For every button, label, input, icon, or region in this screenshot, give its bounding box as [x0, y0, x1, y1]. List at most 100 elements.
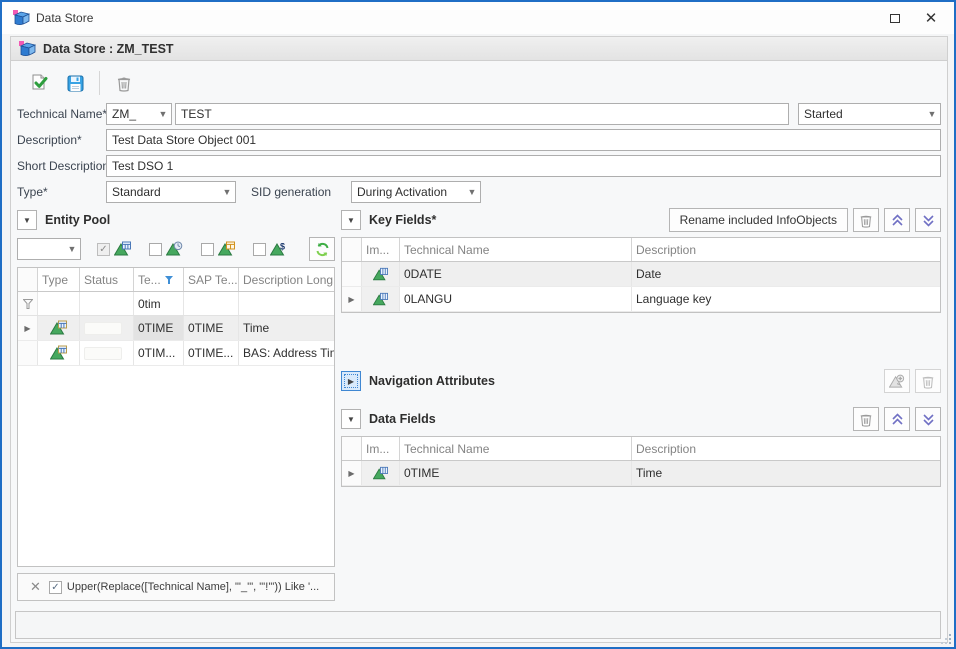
maximize-button[interactable]	[878, 2, 912, 34]
infoobject-char-icon	[373, 292, 388, 307]
header-indicator-cell	[342, 238, 362, 261]
type-combo[interactable]: Standard ▼	[106, 181, 236, 203]
filter-enabled-checkbox[interactable]: ✓	[49, 581, 62, 594]
table-row[interactable]: ▶ 0LANGU Language key	[342, 287, 940, 312]
chevron-right-icon: ▶	[348, 377, 354, 386]
data-store-icon	[19, 41, 36, 57]
column-header-import[interactable]: Im...	[362, 437, 400, 460]
move-data-field-down-button[interactable]	[915, 407, 941, 431]
table-row[interactable]: 0DATE Date	[342, 262, 940, 287]
column-header-type[interactable]: Type	[38, 268, 80, 291]
svg-text:$: $	[280, 242, 285, 252]
main-toolbar	[23, 67, 144, 99]
filter-cell-sap-technical-name[interactable]	[184, 292, 239, 315]
row-focus-cell	[18, 341, 38, 365]
table-row[interactable]: 0TIM... 0TIME... BAS: Address Time ...	[18, 341, 334, 366]
column-header-status[interactable]: Status	[80, 268, 134, 291]
filter-cell-technical-name[interactable]: 0tim	[134, 292, 184, 315]
close-button[interactable]: ✕	[914, 2, 948, 34]
collapse-entity-pool-button[interactable]: ▼	[17, 210, 37, 230]
expand-navigation-attributes-button[interactable]: ▶	[341, 371, 361, 391]
characteristics-checkbox[interactable]: ✓	[97, 243, 110, 256]
delete-navigation-attribute-button[interactable]	[915, 369, 941, 393]
column-header-sap-technical-name[interactable]: SAP Te...	[184, 268, 239, 291]
entity-pool-toolbar: ▼ ✓	[17, 235, 335, 263]
save-icon	[67, 75, 84, 92]
filter-expression-text[interactable]: Upper(Replace([Technical Name], "'_'", "…	[67, 581, 328, 593]
activate-button[interactable]	[23, 69, 55, 97]
add-navigation-attribute-button[interactable]	[884, 369, 910, 393]
data-store-icon	[13, 10, 30, 26]
delete-icon	[116, 75, 132, 92]
activate-icon	[30, 74, 49, 92]
key-fields-header: ▼ Key Fields* Rename included InfoObject…	[341, 207, 941, 233]
toolbar-separator	[99, 71, 100, 95]
column-header-technical-name[interactable]: Te...	[134, 268, 184, 291]
refresh-icon	[315, 242, 330, 257]
row-technical-name-cell: 0LANGU	[400, 287, 632, 311]
time-characteristics-checkbox[interactable]	[149, 243, 162, 256]
entity-pool-table: Type Status Te... SAP Te... Description …	[17, 267, 335, 567]
delete-data-field-button[interactable]	[853, 407, 879, 431]
table-row[interactable]: ▶ 0TIME 0TIME Time	[18, 316, 334, 341]
add-navigation-attribute-icon	[889, 374, 905, 389]
infoobject-char-icon	[114, 241, 131, 257]
move-data-field-up-button[interactable]	[884, 407, 910, 431]
editor-header: Data Store : ZM_TEST	[11, 37, 947, 61]
row-technical-name-cell: 0TIME	[134, 316, 184, 340]
column-header-import[interactable]: Im...	[362, 238, 400, 261]
column-header-description-long[interactable]: Description Long	[239, 268, 334, 291]
short-description-input[interactable]	[106, 155, 941, 177]
filter-cell-status[interactable]	[80, 292, 134, 315]
row-type-cell	[38, 316, 80, 340]
refresh-button[interactable]	[309, 237, 335, 261]
filter-cell-description-long[interactable]	[239, 292, 334, 315]
column-header-technical-name[interactable]: Technical Name	[400, 238, 632, 261]
collapse-data-fields-button[interactable]: ▼	[341, 409, 361, 429]
row-import-cell	[362, 262, 400, 286]
header-indicator-cell	[342, 437, 362, 460]
row-focus-cell	[342, 262, 362, 286]
column-header-description[interactable]: Description	[632, 437, 940, 460]
delete-icon	[859, 213, 873, 228]
titlebar: Data Store ✕	[2, 2, 954, 34]
filter-funnel-icon	[23, 299, 33, 309]
save-button[interactable]	[59, 69, 91, 97]
column-header-technical-name[interactable]: Technical Name	[400, 437, 632, 460]
row-focus-icon: ▶	[348, 469, 354, 478]
move-key-field-down-button[interactable]	[915, 208, 941, 232]
key-fields-panel: ▼ Key Fields* Rename included InfoObject…	[341, 207, 941, 313]
filter-time-characteristics-group	[149, 241, 183, 257]
filter-cell-type[interactable]	[38, 292, 80, 315]
units-checkbox[interactable]	[201, 243, 214, 256]
technical-name-label: Technical Name*	[17, 103, 107, 125]
key-figures-checkbox[interactable]	[253, 243, 266, 256]
entity-pool-filter-row: 0tim	[18, 292, 334, 316]
row-sap-technical-name-cell: 0TIME	[184, 316, 239, 340]
status-badge	[84, 322, 122, 335]
column-header-description[interactable]: Description	[632, 238, 940, 261]
clear-filter-button[interactable]: ✕	[30, 579, 41, 595]
object-status-combo[interactable]: Started ▼	[798, 103, 941, 125]
infoobject-unit-icon	[218, 241, 235, 257]
delete-key-field-button[interactable]	[853, 208, 879, 232]
row-import-cell	[362, 287, 400, 311]
resize-grip-icon[interactable]	[940, 633, 953, 646]
chevron-down-icon: ▼	[219, 187, 235, 197]
key-fields-table-header: Im... Technical Name Description	[342, 238, 940, 262]
table-row[interactable]: ▶ 0TIME Time	[342, 461, 940, 486]
sid-generation-combo[interactable]: During Activation ▼	[351, 181, 481, 203]
description-input[interactable]	[106, 129, 941, 151]
entity-type-combo[interactable]: ▼	[17, 238, 81, 260]
move-key-field-up-button[interactable]	[884, 208, 910, 232]
rename-included-infoobjects-button[interactable]: Rename included InfoObjects	[669, 208, 848, 232]
collapse-key-fields-button[interactable]: ▼	[341, 210, 361, 230]
navigation-attributes-header: ▶ Navigation Attributes	[341, 368, 941, 394]
filter-characteristics-group: ✓	[97, 241, 131, 257]
technical-name-prefix-combo[interactable]: ZM_ ▼	[106, 103, 172, 125]
technical-name-input[interactable]	[175, 103, 789, 125]
delete-button[interactable]	[108, 69, 140, 97]
infoobject-char-icon	[50, 345, 67, 361]
row-status-cell	[80, 316, 134, 340]
filter-row-indicator	[18, 292, 38, 315]
